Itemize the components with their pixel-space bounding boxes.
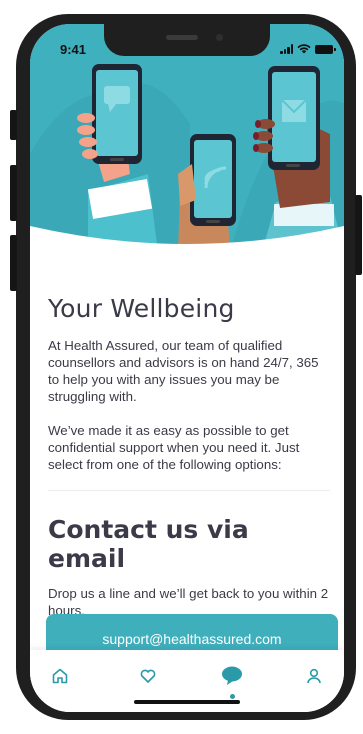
battery-icon	[315, 44, 336, 54]
volume-down-button	[10, 235, 17, 291]
wellbeing-options-text: We’ve made it as easy as possible to get…	[48, 423, 300, 472]
cellular-signal-icon	[280, 44, 293, 54]
power-button	[355, 195, 362, 275]
user-icon	[307, 668, 321, 684]
main-content: Your Wellbeing At Health Assured, our te…	[48, 294, 330, 636]
earpiece-speaker	[166, 35, 198, 40]
front-camera	[216, 34, 223, 41]
tab-contact[interactable]	[212, 662, 252, 690]
hero-illustration	[30, 24, 344, 252]
email-section-title: Contact us via email	[48, 515, 249, 573]
status-bar-time: 9:41	[60, 42, 87, 57]
tab-profile[interactable]	[294, 662, 334, 690]
hands-holding-phones-illustration	[30, 24, 344, 252]
app-screen: 9:41 Your Wellbeing At Health Assured, o…	[30, 24, 344, 712]
mute-switch	[10, 110, 17, 140]
home-indicator	[134, 700, 240, 704]
home-icon	[52, 668, 68, 684]
wellbeing-intro-text: At Health Assured, our team of qualified…	[48, 338, 319, 404]
chat-bubble-icon	[222, 666, 242, 685]
active-tab-indicator	[230, 694, 235, 699]
tab-home[interactable]	[40, 662, 80, 690]
heart-icon	[140, 669, 156, 683]
device-notch	[104, 24, 270, 56]
status-bar-icons	[280, 44, 336, 54]
tab-wellbeing[interactable]	[128, 662, 168, 690]
wifi-icon	[297, 44, 311, 54]
section-divider	[48, 490, 330, 491]
volume-up-button	[10, 165, 17, 221]
wellbeing-title: Your Wellbeing	[48, 294, 235, 323]
